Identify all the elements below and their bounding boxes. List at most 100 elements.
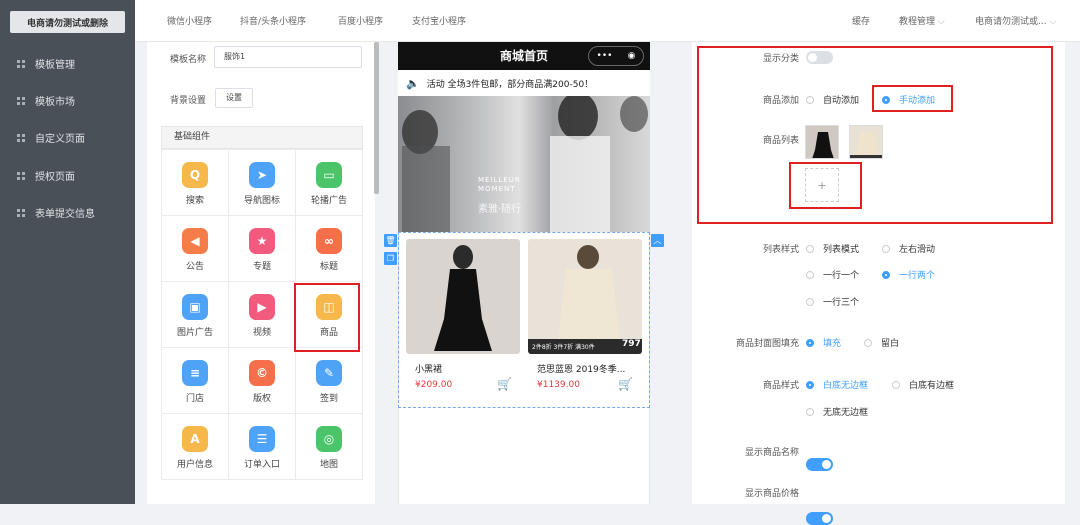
order-entry-icon: ☰ (249, 426, 275, 452)
component-announcement[interactable]: ◀ 公告 (162, 216, 229, 282)
component-topic[interactable]: ★ 专题 (229, 216, 296, 282)
panel-scrollbar[interactable] (374, 42, 379, 194)
grid-icon (17, 208, 25, 217)
show-price-toggle[interactable] (806, 512, 833, 525)
banner-line2: MOMENT (478, 185, 516, 193)
sidebar-item-label: 模板管理 (35, 60, 75, 71)
sidebar-item-template-manage[interactable]: 模板管理 (0, 45, 135, 82)
goods-name-1: 小黑裙 (415, 365, 443, 375)
sidebar-item-auth-page[interactable]: 授权页面 (0, 157, 135, 194)
radio-slide-mode[interactable]: 左右滑动 (882, 242, 935, 255)
sidebar-item-label: 模板市场 (35, 97, 75, 108)
component-carousel[interactable]: ▭ 轮播广告 (296, 150, 363, 216)
radio-blank[interactable]: 留白 (864, 336, 899, 349)
component-user-info[interactable]: A 用户信息 (162, 414, 229, 480)
radio-white-with-border[interactable]: 白底有边框 (892, 378, 954, 391)
goods-style-label: 商品样式 (762, 381, 799, 391)
banner-image[interactable]: MEILLEUR MOMENT 素雅·随行 (398, 96, 650, 232)
copy-icon[interactable]: ❐ (384, 252, 397, 265)
component-label: 版权 (252, 394, 271, 404)
chevron-down-icon: ⌵ (937, 17, 945, 27)
component-order-entry[interactable]: ☰ 订单入口 (229, 414, 296, 480)
radio-label: 填充 (823, 339, 842, 349)
component-store[interactable]: ≡ 门店 (162, 348, 229, 414)
chevron-up-icon[interactable]: ︿ (651, 234, 664, 247)
goods-thumb-1[interactable] (805, 125, 839, 159)
radio-no-bg-no-border[interactable]: 无底无边框 (806, 405, 868, 418)
title-link-icon: ∞ (316, 228, 342, 254)
topic-icon: ★ (249, 228, 275, 254)
cart-icon[interactable]: 🛒 (497, 377, 512, 391)
radio-manual-add[interactable]: 手动添加 (882, 93, 935, 106)
radio-list-mode[interactable]: 列表模式 (806, 242, 859, 255)
background-label: 背景设置 (170, 96, 207, 106)
add-goods-button[interactable]: + (805, 168, 839, 202)
component-search[interactable]: Q 搜索 (162, 150, 229, 216)
radio-one-per-row[interactable]: 一行一个 (806, 268, 859, 281)
show-name-toggle[interactable] (806, 458, 833, 471)
tutorial-label: 教程管理 (899, 17, 936, 27)
radio-label: 左右滑动 (899, 245, 936, 255)
tab-alipay[interactable]: 支付宝小程序 (412, 14, 466, 27)
navigation-icon: ➤ (249, 162, 275, 188)
delete-icon[interactable]: 🗑 (384, 234, 397, 247)
show-category-toggle[interactable] (806, 51, 833, 64)
list-style-label: 列表样式 (762, 245, 799, 255)
component-checkin[interactable]: ✎ 签到 (296, 348, 363, 414)
cart-icon[interactable]: 🛒 (618, 377, 633, 391)
radio-label: 一行两个 (899, 271, 936, 281)
black-dress-thumb (812, 132, 834, 158)
component-label: 签到 (319, 394, 338, 404)
sidebar-item-form-submissions[interactable]: 表单提交信息 (0, 194, 135, 231)
radio-label: 自动添加 (823, 96, 860, 106)
black-dress-figure (434, 245, 492, 351)
component-label: 专题 (252, 262, 271, 272)
radio-white-no-border[interactable]: 白底无边框 (806, 378, 868, 391)
tab-wechat[interactable]: 微信小程序 (167, 14, 212, 27)
notice-bar[interactable]: 🔈 活动 全场3件包邮，部分商品满200-50！ (398, 70, 650, 96)
radio-fill[interactable]: 填充 (806, 336, 841, 349)
cache-link[interactable]: 缓存 (852, 14, 870, 27)
component-map[interactable]: ◎ 地图 (296, 414, 363, 480)
component-image-ad[interactable]: ▣ 图片广告 (162, 282, 229, 348)
component-title-link[interactable]: ∞ 标题 (296, 216, 363, 282)
component-video[interactable]: ▶ 视频 (229, 282, 296, 348)
goods-image-2[interactable]: 2件8折 3件7折 满30件 797 (528, 239, 642, 354)
radio-auto-add[interactable]: 自动添加 (806, 93, 859, 106)
radio-two-per-row[interactable]: 一行两个 (882, 268, 935, 281)
tab-baidu[interactable]: 百度小程序 (338, 14, 383, 27)
component-label: 用户信息 (176, 460, 213, 470)
account-menu[interactable]: 电商请勿测试或... ⌵ (975, 14, 1056, 27)
radio-label: 无底无边框 (823, 408, 869, 418)
grid-icon (17, 171, 25, 180)
background-set-button[interactable]: 设置 (215, 88, 253, 108)
checkin-icon: ✎ (316, 360, 342, 386)
radio-label: 列表模式 (823, 245, 860, 255)
banner-line1: MEILLEUR (478, 176, 521, 184)
radio-label: 一行一个 (823, 271, 860, 281)
goods-component-highlight (294, 283, 360, 352)
goods-list-label: 商品列表 (762, 136, 799, 146)
tab-douyin[interactable]: 抖音/头条小程序 (240, 14, 306, 27)
component-label: 轮播广告 (310, 196, 347, 206)
goods-image-1[interactable] (406, 239, 520, 354)
shop-name-badge[interactable]: 电商请勿测试或删除 (10, 11, 125, 33)
radio-label: 白底有边框 (909, 381, 955, 391)
goods-thumb-2[interactable] (849, 125, 883, 159)
template-name-input[interactable]: 服饰1 (214, 46, 362, 68)
tutorial-menu[interactable]: 教程管理 ⌵ (899, 14, 945, 27)
radio-three-per-row[interactable]: 一行三个 (806, 295, 859, 308)
sidebar-item-custom-page[interactable]: 自定义页面 (0, 119, 135, 156)
sidebar-item-template-market[interactable]: 模板市场 (0, 82, 135, 119)
sidebar-item-label: 授权页面 (35, 172, 75, 183)
image-ad-icon: ▣ (182, 294, 208, 320)
component-copyright[interactable]: © 版权 (229, 348, 296, 414)
radio-label: 一行三个 (823, 298, 860, 308)
grid-icon (17, 133, 25, 142)
store-icon: ≡ (182, 360, 208, 386)
more-icon: ••• (596, 51, 613, 61)
component-navigation[interactable]: ➤ 导航图标 (229, 150, 296, 216)
radio-label: 留白 (881, 339, 900, 349)
goods-price-1: ¥209.00 (415, 380, 453, 390)
component-label: 视频 (252, 328, 271, 338)
